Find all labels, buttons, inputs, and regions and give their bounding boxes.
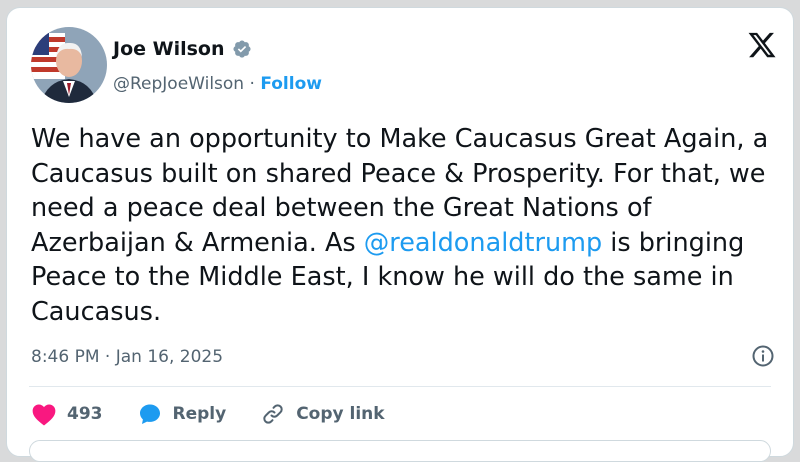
author-handle[interactable]: @RepJoeWilson	[113, 74, 244, 94]
copy-link-label: Copy link	[296, 404, 385, 424]
divider	[29, 386, 771, 387]
info-icon[interactable]	[751, 344, 775, 368]
reply-bubble-icon	[139, 404, 160, 424]
tweet-card: Joe Wilson @RepJoeWilson · Follow We hav…	[6, 7, 794, 462]
heart-icon	[32, 404, 56, 426]
read-replies-button[interactable]	[29, 440, 771, 462]
follow-button[interactable]: Follow	[260, 74, 322, 94]
verified-badge-icon	[232, 40, 251, 58]
copy-link-button[interactable]: Copy link	[260, 402, 385, 426]
author-name-row: Joe Wilson	[113, 38, 252, 60]
tweet-text: We have an opportunity to Make Caucasus …	[31, 122, 786, 329]
action-bar: 493 Reply Copy link	[31, 402, 419, 426]
link-icon	[263, 404, 283, 424]
reply-button[interactable]: Reply	[137, 402, 227, 426]
reply-label: Reply	[172, 404, 227, 424]
separator: ·	[244, 74, 261, 94]
like-button[interactable]: 493	[31, 402, 103, 426]
author-name[interactable]: Joe Wilson	[113, 38, 225, 60]
author-handle-row: @RepJoeWilson · Follow	[113, 74, 322, 94]
tweet-timestamp[interactable]: 8:46 PM · Jan 16, 2025	[31, 347, 223, 367]
x-logo-icon[interactable]	[747, 30, 777, 60]
mention-link[interactable]: @realdonaldtrump	[364, 228, 602, 258]
like-count: 493	[67, 404, 103, 424]
avatar[interactable]	[31, 27, 107, 103]
